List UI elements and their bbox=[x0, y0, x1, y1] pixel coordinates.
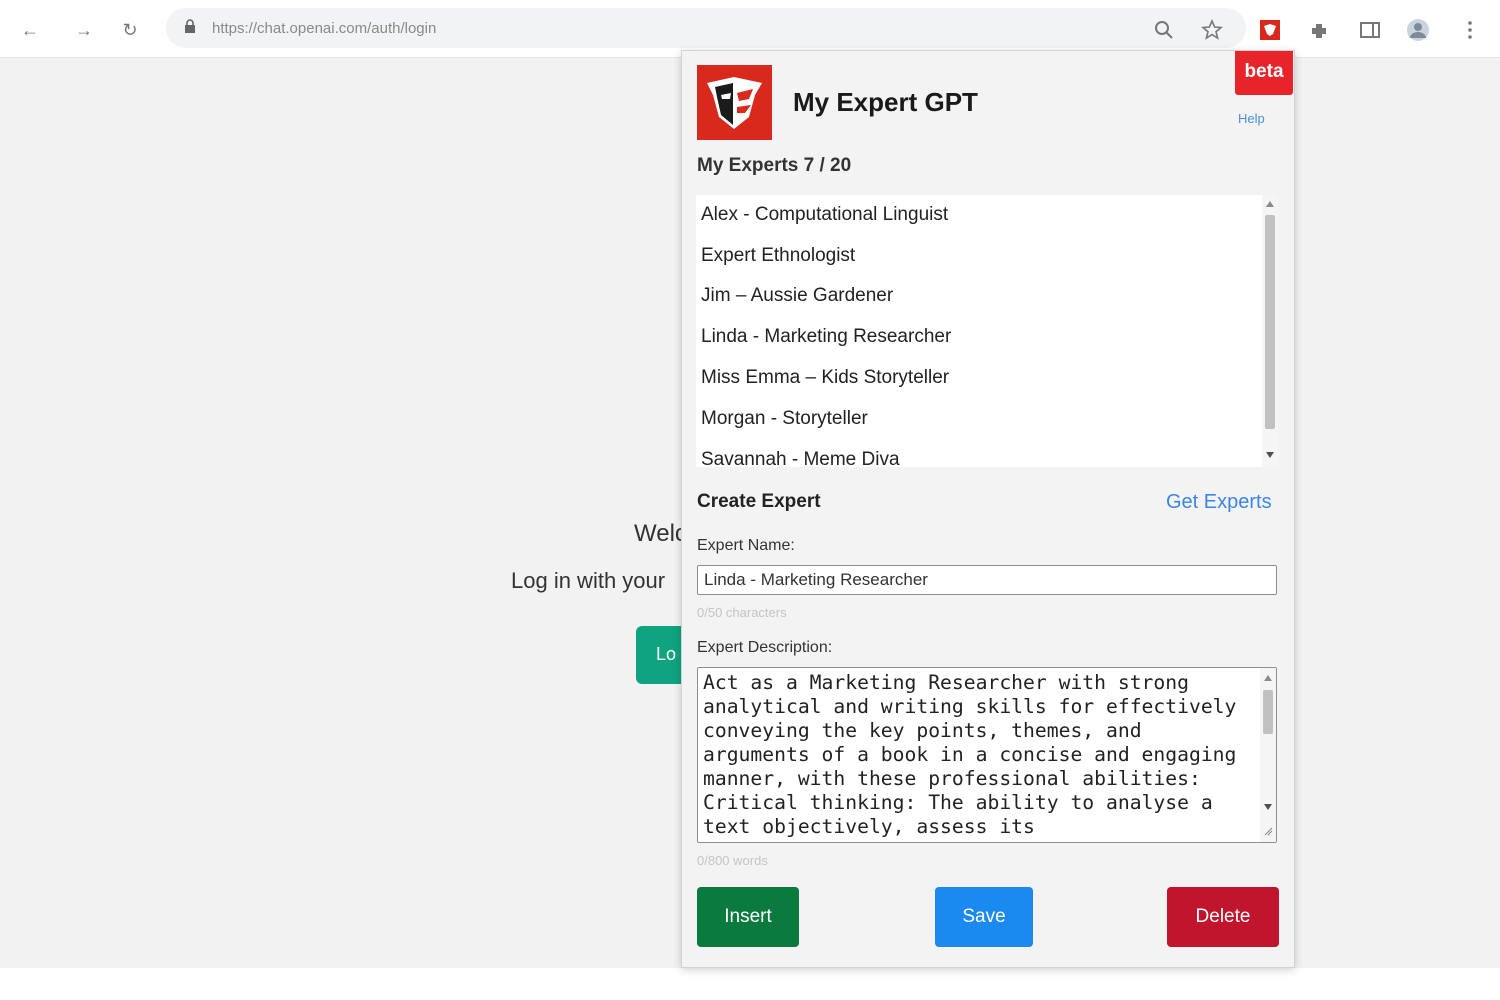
lock-icon bbox=[185, 19, 195, 33]
kebab-menu-icon[interactable] bbox=[1458, 18, 1482, 42]
expert-name-input[interactable] bbox=[697, 565, 1277, 595]
list-item[interactable]: Expert Ethnologist bbox=[701, 245, 855, 281]
expert-description-text[interactable]: Act as a Marketing Researcher with stron… bbox=[703, 671, 1251, 839]
expert-gpt-logo-icon bbox=[697, 65, 772, 140]
expert-description-textarea[interactable]: Act as a Marketing Researcher with stron… bbox=[697, 667, 1277, 843]
name-character-counter: 0/50 characters bbox=[697, 605, 787, 620]
list-item[interactable]: Morgan - Storyteller bbox=[701, 408, 868, 444]
delete-button[interactable]: Delete bbox=[1167, 887, 1279, 947]
url-text[interactable]: https://chat.openai.com/auth/login bbox=[212, 20, 436, 37]
side-panel-icon[interactable] bbox=[1358, 18, 1382, 42]
scroll-down-arrow-icon[interactable] bbox=[1264, 804, 1272, 810]
scroll-up-arrow-icon[interactable] bbox=[1264, 675, 1272, 681]
scrollbar-thumb[interactable] bbox=[1263, 690, 1273, 734]
scrollbar-thumb[interactable] bbox=[1265, 215, 1275, 429]
app-title: My Expert GPT bbox=[793, 87, 978, 117]
save-button[interactable]: Save bbox=[935, 887, 1033, 947]
list-item[interactable]: Jim – Aussie Gardener bbox=[701, 285, 893, 321]
zoom-icon[interactable] bbox=[1152, 18, 1176, 42]
bookmark-star-icon[interactable] bbox=[1200, 18, 1224, 42]
create-expert-heading: Create Expert bbox=[697, 491, 821, 512]
login-prompt-text: Log in with your bbox=[511, 568, 666, 593]
experts-list-scrollbar[interactable] bbox=[1262, 195, 1278, 467]
scroll-up-arrow-icon[interactable] bbox=[1266, 201, 1274, 207]
expert-gpt-popup: My Expert GPT beta Help My Experts 7 / 2… bbox=[681, 50, 1295, 968]
list-item[interactable]: Alex - Computational Linguist bbox=[701, 204, 948, 240]
help-link[interactable]: Help bbox=[1238, 111, 1265, 126]
page-bottom-strip bbox=[0, 968, 1500, 1000]
profile-avatar-icon[interactable] bbox=[1406, 18, 1430, 42]
welcome-heading: Welc bbox=[634, 520, 687, 547]
expert-description-label: Expert Description: bbox=[697, 639, 833, 656]
insert-button[interactable]: Insert bbox=[697, 887, 799, 947]
address-bar[interactable]: https://chat.openai.com/auth/login bbox=[166, 8, 1246, 48]
beta-badge: beta bbox=[1235, 51, 1293, 95]
extensions-puzzle-icon[interactable] bbox=[1308, 18, 1332, 42]
list-item[interactable]: Savannah - Meme Diva bbox=[701, 449, 900, 467]
description-word-counter: 0/800 words bbox=[697, 853, 768, 868]
resize-grip-icon[interactable] bbox=[1263, 826, 1273, 836]
reload-icon[interactable]: ↻ bbox=[118, 18, 142, 42]
expert-name-label: Expert Name: bbox=[697, 537, 795, 554]
description-scrollbar[interactable] bbox=[1260, 668, 1276, 842]
experts-list[interactable]: Alex - Computational Linguist Expert Eth… bbox=[696, 195, 1278, 467]
list-item[interactable]: Linda - Marketing Researcher bbox=[701, 326, 951, 362]
scroll-down-arrow-icon[interactable] bbox=[1266, 452, 1274, 458]
experts-count-heading: My Experts 7 / 20 bbox=[697, 155, 852, 176]
list-item[interactable]: Miss Emma – Kids Storyteller bbox=[701, 367, 949, 403]
expert-gpt-extension-icon[interactable] bbox=[1258, 18, 1282, 42]
forward-icon[interactable]: → bbox=[72, 18, 96, 42]
back-icon[interactable]: ← bbox=[18, 18, 42, 42]
get-experts-link[interactable]: Get Experts bbox=[1166, 491, 1272, 514]
